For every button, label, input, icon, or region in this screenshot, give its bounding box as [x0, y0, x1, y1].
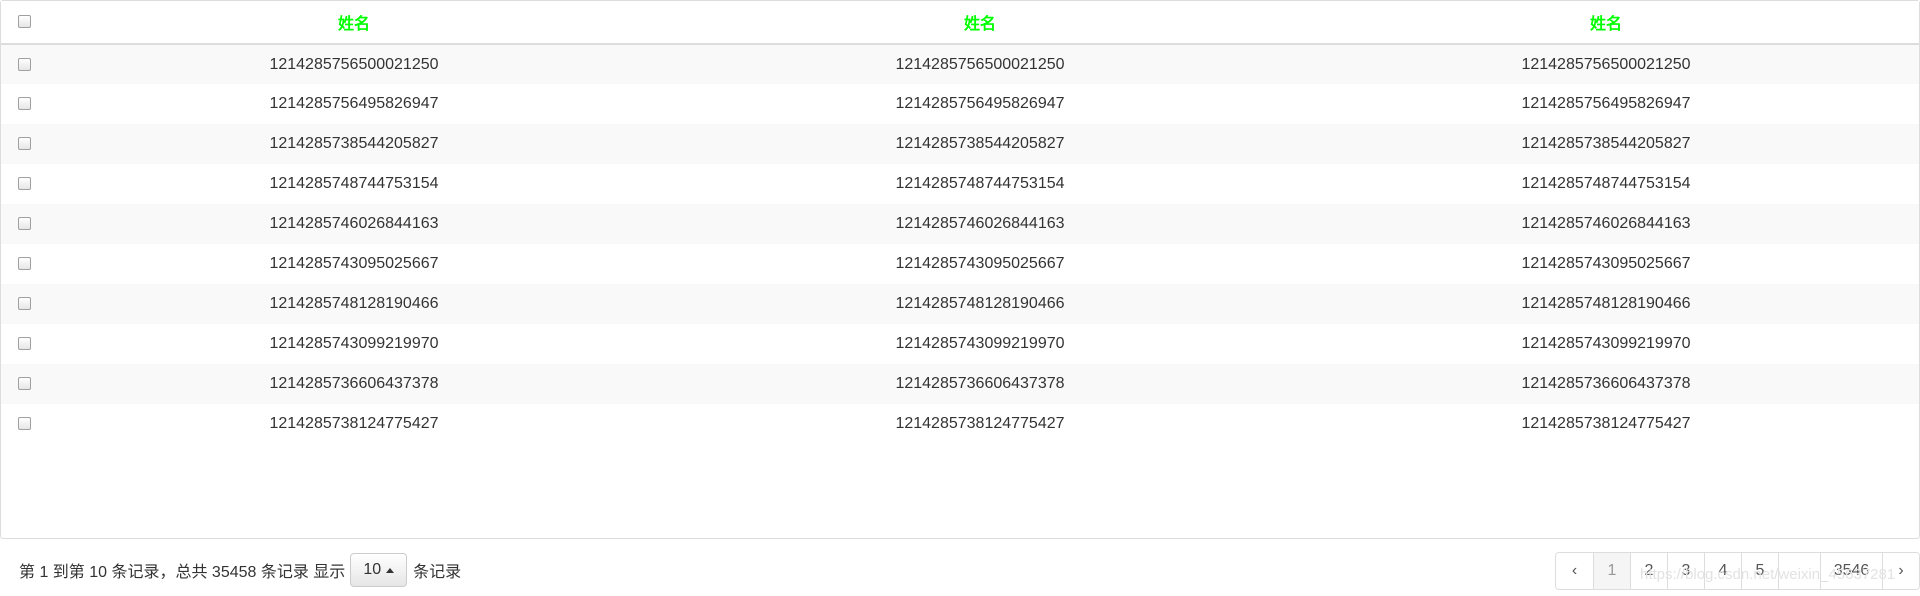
row-select-cell — [1, 244, 41, 284]
table-cell: 1214285748128190466 — [667, 284, 1293, 324]
row-select-cell — [1, 364, 41, 404]
row-checkbox[interactable] — [17, 377, 31, 391]
table-cell: 1214285736606437378 — [41, 364, 667, 404]
row-checkbox[interactable] — [17, 337, 31, 351]
table-cell: 1214285756495826947 — [667, 84, 1293, 124]
data-table: 姓名 姓名 姓名 1214285756500021250 12142857565… — [1, 1, 1919, 444]
row-select-cell — [1, 84, 41, 124]
select-all-checkbox[interactable] — [17, 15, 31, 29]
row-checkbox[interactable] — [17, 217, 31, 231]
table-cell: 1214285738124775427 — [1293, 404, 1919, 444]
table-cell: 1214285736606437378 — [1293, 364, 1919, 404]
table-cell: 1214285748128190466 — [1293, 284, 1919, 324]
pagination-info: 第 1 到第 10 条记录，总共 35458 条记录 显示 10 条记录 — [19, 552, 461, 588]
row-checkbox[interactable] — [17, 97, 31, 111]
table-cell: 1214285756500021250 — [41, 44, 667, 84]
row-select-cell — [1, 204, 41, 244]
row-checkbox[interactable] — [17, 137, 31, 151]
table-cell: 1214285746026844163 — [667, 204, 1293, 244]
row-select-cell — [1, 404, 41, 444]
column-header-name[interactable]: 姓名 — [41, 1, 667, 45]
table-cell: 1214285756500021250 — [667, 44, 1293, 84]
table-cell: 1214285738544205827 — [667, 124, 1293, 164]
table-cell: 1214285743099219970 — [41, 324, 667, 364]
table-row[interactable]: 1214285748128190466 1214285748128190466 … — [1, 284, 1919, 324]
records-suffix-text: 条记录 — [413, 564, 462, 581]
page-size-dropdown[interactable]: 10 — [350, 553, 408, 587]
table-row[interactable]: 1214285756495826947 1214285756495826947 … — [1, 84, 1919, 124]
table-row[interactable]: 1214285748744753154 1214285748744753154 … — [1, 164, 1919, 204]
column-header-name[interactable]: 姓名 — [667, 1, 1293, 45]
table-cell: 1214285743095025667 — [667, 244, 1293, 284]
row-checkbox[interactable] — [17, 297, 31, 311]
table-cell: 1214285738544205827 — [41, 124, 667, 164]
table-cell: 1214285748744753154 — [1293, 164, 1919, 204]
row-select-cell — [1, 284, 41, 324]
table-row[interactable]: 1214285756500021250 1214285756500021250 … — [1, 44, 1919, 84]
table-footer: 第 1 到第 10 条记录，总共 35458 条记录 显示 10 条记录 ‹ 1… — [0, 552, 1920, 590]
data-table-container: 姓名 姓名 姓名 1214285756500021250 12142857565… — [0, 0, 1920, 539]
row-select-cell — [1, 164, 41, 204]
table-cell: 1214285743099219970 — [667, 324, 1293, 364]
table-cell: 1214285748128190466 — [41, 284, 667, 324]
row-checkbox[interactable] — [17, 57, 31, 71]
row-select-cell — [1, 44, 41, 84]
page-button-1[interactable]: 1 — [1593, 553, 1630, 589]
row-select-cell — [1, 124, 41, 164]
table-row[interactable]: 1214285743099219970 1214285743099219970 … — [1, 324, 1919, 364]
page-size-value: 10 — [363, 561, 382, 578]
table-cell: 1214285743099219970 — [1293, 324, 1919, 364]
table-cell: 1214285743095025667 — [1293, 244, 1919, 284]
table-cell: 1214285738544205827 — [1293, 124, 1919, 164]
row-checkbox[interactable] — [17, 417, 31, 431]
table-cell: 1214285736606437378 — [667, 364, 1293, 404]
record-count-text: 第 1 到第 10 条记录，总共 35458 条记录 显示 — [19, 564, 346, 581]
table-cell: 1214285756500021250 — [1293, 44, 1919, 84]
table-cell: 1214285748744753154 — [667, 164, 1293, 204]
table-cell: 1214285756495826947 — [41, 84, 667, 124]
table-row[interactable]: 1214285736606437378 1214285736606437378 … — [1, 364, 1919, 404]
row-checkbox[interactable] — [17, 257, 31, 271]
table-row[interactable]: 1214285746026844163 1214285746026844163 … — [1, 204, 1919, 244]
table-cell: 1214285743095025667 — [41, 244, 667, 284]
table-cell: 1214285738124775427 — [667, 404, 1293, 444]
table-row[interactable]: 1214285738124775427 1214285738124775427 … — [1, 404, 1919, 444]
row-select-cell — [1, 324, 41, 364]
table-cell: 1214285756495826947 — [1293, 84, 1919, 124]
column-header-name[interactable]: 姓名 — [1293, 1, 1919, 45]
prev-page-button[interactable]: ‹ — [1556, 553, 1593, 589]
table-cell: 1214285746026844163 — [41, 204, 667, 244]
table-cell: 1214285746026844163 — [1293, 204, 1919, 244]
table-cell: 1214285748744753154 — [41, 164, 667, 204]
table-row[interactable]: 1214285743095025667 1214285743095025667 … — [1, 244, 1919, 284]
table-row[interactable]: 1214285738544205827 1214285738544205827 … — [1, 124, 1919, 164]
table-header-row: 姓名 姓名 姓名 — [1, 1, 1919, 45]
watermark-text: https://blog.csdn.net/weixin_45637281 — [1640, 566, 1896, 583]
caret-up-icon — [386, 567, 395, 573]
table-cell: 1214285738124775427 — [41, 404, 667, 444]
select-all-cell — [1, 1, 41, 45]
row-checkbox[interactable] — [17, 177, 31, 191]
